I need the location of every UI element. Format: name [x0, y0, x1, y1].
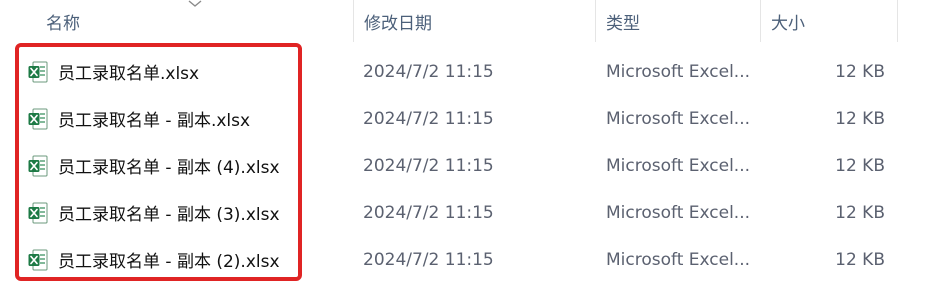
- file-row[interactable]: 员工录取名单 - 副本.xlsx 2024/7/2 11:15 Microsof…: [0, 95, 930, 142]
- file-row[interactable]: 员工录取名单 - 副本 (2).xlsx 2024/7/2 11:15 Micr…: [0, 236, 930, 283]
- file-row[interactable]: 员工录取名单 - 副本 (4).xlsx 2024/7/2 11:15 Micr…: [0, 142, 930, 189]
- excel-file-icon: [26, 189, 50, 236]
- file-name[interactable]: 员工录取名单 - 副本.xlsx: [58, 95, 250, 142]
- file-date-modified: 2024/7/2 11:15: [363, 202, 494, 223]
- file-type: Microsoft Excel...: [606, 249, 751, 270]
- file-date-modified: 2024/7/2 11:15: [363, 108, 494, 129]
- file-name[interactable]: 员工录取名单.xlsx: [58, 48, 199, 95]
- file-row[interactable]: 员工录取名单.xlsx 2024/7/2 11:15 Microsoft Exc…: [0, 48, 930, 95]
- file-date-modified: 2024/7/2 11:15: [363, 155, 494, 176]
- file-row[interactable]: 员工录取名单 - 副本 (3).xlsx 2024/7/2 11:15 Micr…: [0, 189, 930, 236]
- column-header-type[interactable]: 类型: [596, 0, 761, 42]
- file-type: Microsoft Excel...: [606, 202, 751, 223]
- column-header-size[interactable]: 大小: [761, 0, 898, 42]
- column-header-date-modified[interactable]: 修改日期: [354, 0, 596, 42]
- excel-file-icon: [26, 95, 50, 142]
- file-type: Microsoft Excel...: [606, 108, 751, 129]
- file-type: Microsoft Excel...: [606, 61, 751, 82]
- file-size: 12 KB: [835, 61, 885, 82]
- file-type: Microsoft Excel...: [606, 155, 751, 176]
- excel-file-icon: [26, 48, 50, 95]
- file-name[interactable]: 员工录取名单 - 副本 (3).xlsx: [58, 189, 280, 236]
- file-size: 12 KB: [835, 249, 885, 270]
- file-size: 12 KB: [835, 155, 885, 176]
- excel-file-icon: [26, 236, 50, 283]
- column-header-name[interactable]: 名称: [36, 0, 354, 42]
- column-header-row: 名称 修改日期 类型 大小: [0, 0, 930, 42]
- file-explorer-list: 名称 修改日期 类型 大小 员工录取名单.xlsx 2024/7/2 11:15…: [0, 0, 930, 298]
- file-date-modified: 2024/7/2 11:15: [363, 249, 494, 270]
- file-list: 员工录取名单.xlsx 2024/7/2 11:15 Microsoft Exc…: [0, 48, 930, 283]
- file-date-modified: 2024/7/2 11:15: [363, 61, 494, 82]
- excel-file-icon: [26, 142, 50, 189]
- file-name[interactable]: 员工录取名单 - 副本 (4).xlsx: [58, 142, 280, 189]
- file-name[interactable]: 员工录取名单 - 副本 (2).xlsx: [58, 236, 280, 283]
- file-size: 12 KB: [835, 202, 885, 223]
- file-size: 12 KB: [835, 108, 885, 129]
